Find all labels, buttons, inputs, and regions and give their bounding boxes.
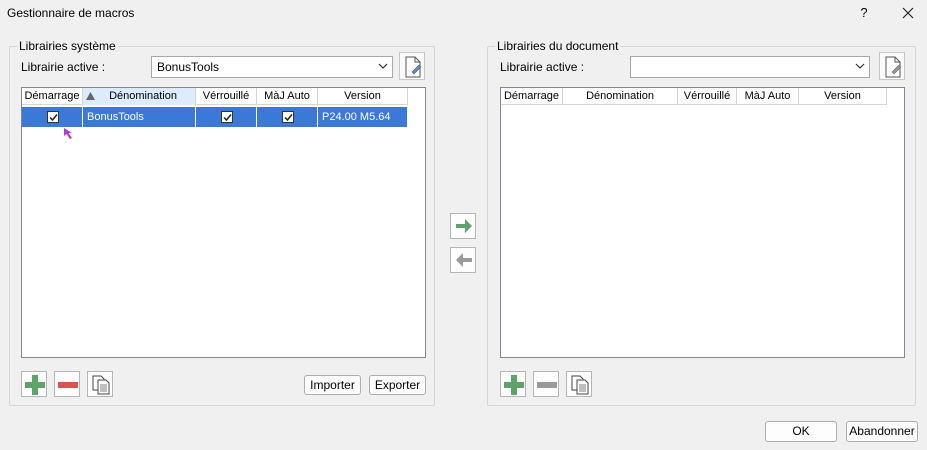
column-header-label: MàJ Auto — [264, 90, 310, 102]
column-header-label: Version — [824, 90, 861, 102]
column-header-startup[interactable]: Démarrage — [22, 88, 83, 105]
table-header: Démarrage Dénomination Vérrouillé MàJ Au… — [501, 88, 887, 105]
import-button[interactable]: Importer — [304, 375, 361, 395]
column-header-version[interactable]: Version — [318, 88, 408, 105]
left-active-library-select[interactable]: BonusTools — [151, 56, 393, 78]
column-header-label: Version — [344, 90, 381, 102]
column-header-label: Vérrouillé — [683, 90, 731, 102]
copy-library-button[interactable] — [87, 371, 113, 397]
export-button[interactable]: Exporter — [369, 375, 426, 395]
check-icon — [49, 114, 58, 122]
document-libraries-label: Librairies du document — [495, 39, 621, 53]
table-row[interactable]: BonusTools P24.00 M5.64 — [22, 107, 408, 127]
library-name: BonusTools — [87, 111, 144, 123]
new-document-icon — [885, 56, 902, 78]
close-button[interactable] — [897, 2, 919, 24]
column-header-label: Démarrage — [503, 90, 560, 102]
copy-document-library-button[interactable] — [566, 371, 592, 397]
close-icon — [902, 7, 914, 19]
add-library-button[interactable] — [21, 371, 47, 397]
system-libraries-label: Librairies système — [17, 39, 118, 53]
version-cell[interactable]: P24.00 M5.64 — [318, 107, 408, 127]
plus-icon — [504, 375, 524, 395]
document-libraries-table[interactable]: Démarrage Dénomination Vérrouillé MàJ Au… — [500, 87, 905, 358]
column-header-locked[interactable]: Vérrouillé — [678, 88, 737, 105]
check-icon — [284, 114, 293, 122]
left-new-library-button[interactable] — [399, 52, 425, 80]
minus-icon — [58, 382, 78, 388]
plus-icon — [25, 375, 45, 395]
column-header-label: Dénomination — [586, 90, 654, 102]
title-bar: Gestionnaire de macros ? — [0, 0, 927, 28]
right-active-library-select[interactable] — [630, 56, 870, 78]
window-title: Gestionnaire de macros — [7, 6, 135, 20]
column-header-name[interactable]: Dénomination — [563, 88, 678, 105]
column-header-startup[interactable]: Démarrage — [501, 88, 563, 105]
check-icon — [223, 114, 232, 122]
system-libraries-table[interactable]: Démarrage Dénomination Vérrouillé MàJ Au… — [21, 87, 426, 358]
chevron-down-icon — [378, 63, 388, 69]
left-active-library-label: Librairie active : — [21, 60, 106, 74]
column-header-label: Démarrage — [24, 90, 80, 102]
column-header-auto-update[interactable]: MàJ Auto — [257, 88, 318, 105]
auto-update-cell[interactable] — [257, 107, 318, 127]
startup-checkbox[interactable] — [47, 111, 59, 123]
new-document-icon — [405, 56, 422, 78]
auto-update-checkbox[interactable] — [282, 111, 294, 123]
locked-checkbox[interactable] — [221, 111, 233, 123]
minus-icon — [537, 382, 557, 388]
library-version: P24.00 M5.64 — [322, 111, 391, 123]
add-document-library-button[interactable] — [500, 371, 526, 397]
arrow-right-icon — [456, 219, 472, 233]
column-header-label: MàJ Auto — [744, 90, 791, 102]
move-left-button[interactable] — [450, 247, 476, 273]
cancel-button[interactable]: Abandonner — [846, 421, 918, 442]
help-button[interactable]: ? — [853, 2, 875, 24]
copy-icon — [92, 375, 110, 395]
chevron-down-icon — [855, 63, 865, 69]
column-header-label: Vérrouillé — [202, 90, 250, 102]
locked-cell[interactable] — [196, 107, 257, 127]
left-active-library-value: BonusTools — [157, 60, 220, 74]
column-header-version[interactable]: Version — [799, 88, 887, 105]
column-header-label: Dénomination — [109, 90, 177, 102]
sort-up-icon — [86, 92, 95, 100]
remove-document-library-button[interactable] — [533, 371, 559, 397]
right-new-library-button[interactable] — [879, 52, 905, 80]
remove-library-button[interactable] — [54, 371, 80, 397]
column-header-locked[interactable]: Vérrouillé — [196, 88, 257, 105]
column-header-auto-update[interactable]: MàJ Auto — [737, 88, 799, 105]
ok-button[interactable]: OK — [765, 421, 837, 442]
table-header: Démarrage Dénomination Vérrouillé MàJ Au… — [22, 88, 408, 105]
column-header-name[interactable]: Dénomination — [83, 88, 196, 105]
right-active-library-label: Librairie active : — [500, 60, 585, 74]
copy-icon — [571, 375, 589, 395]
mouse-cursor-icon — [64, 128, 72, 139]
name-cell[interactable]: BonusTools — [83, 107, 196, 127]
arrow-left-icon — [456, 253, 472, 267]
startup-cell[interactable] — [22, 107, 83, 127]
move-right-button[interactable] — [450, 213, 476, 239]
